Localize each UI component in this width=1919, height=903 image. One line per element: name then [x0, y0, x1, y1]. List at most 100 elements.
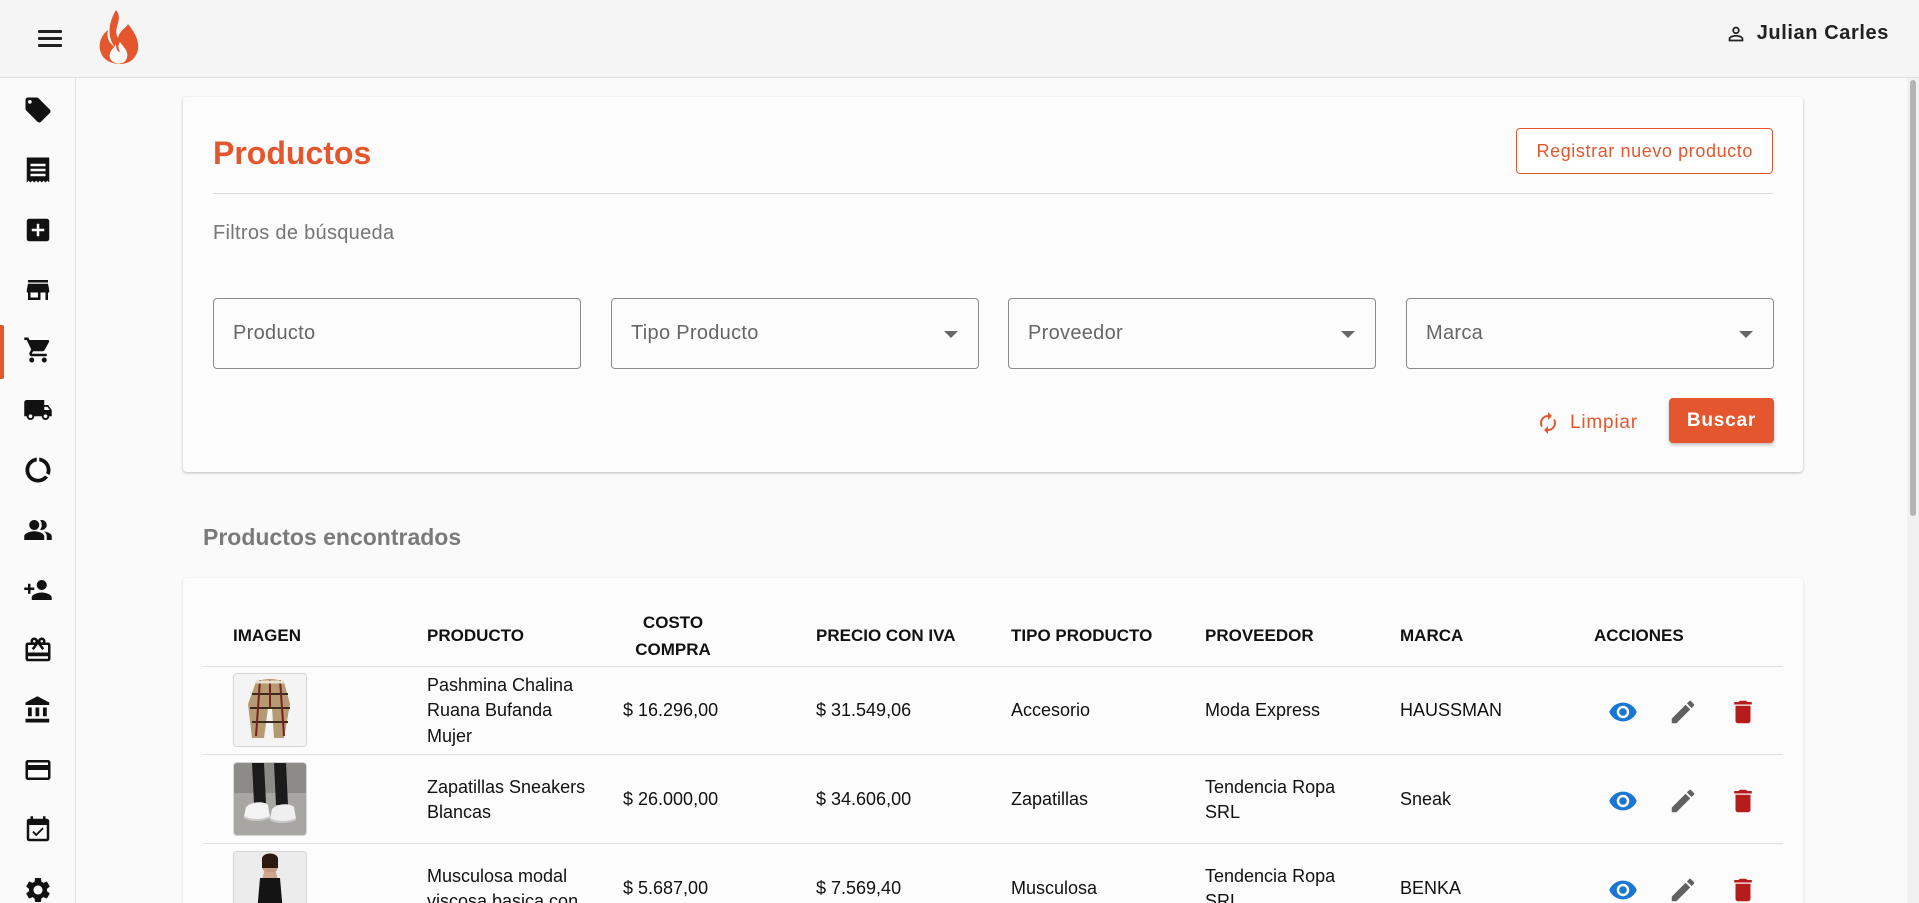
marca-label: Marca — [1426, 322, 1484, 344]
menu-icon[interactable] — [34, 26, 66, 52]
column-header-costo-compra: COSTO COMPRA — [635, 612, 711, 659]
sidebar-item-products[interactable] — [0, 321, 75, 379]
user-name: Julian Carles — [1756, 22, 1889, 44]
search-button[interactable]: Buscar — [1669, 398, 1774, 443]
receipt-icon — [26, 157, 49, 183]
scarf-photo — [234, 674, 306, 746]
scrollbar-thumb[interactable] — [1910, 80, 1916, 516]
producto-input[interactable]: Producto — [213, 298, 581, 369]
cell-costo: $ 16.296,00 — [623, 700, 719, 721]
sidebar-item-receipt[interactable] — [0, 141, 75, 199]
edit-icon[interactable] — [1668, 697, 1698, 727]
page-scrollbar[interactable] — [1907, 78, 1919, 903]
delete-icon[interactable] — [1728, 875, 1758, 903]
sidebar-item-gifts[interactable] — [0, 621, 75, 679]
cell-precio: $ 31.549,06 — [816, 700, 912, 721]
settings-icon — [25, 878, 50, 902]
flame-logo[interactable] — [94, 8, 146, 68]
producto-label: Producto — [233, 322, 316, 344]
column-header-precio-iva: PRECIO CON IVA — [816, 626, 956, 646]
sidebar-item-people[interactable] — [0, 501, 75, 559]
bank-icon — [25, 696, 49, 723]
divider — [213, 193, 1773, 194]
cell-marca: BENKA — [1400, 878, 1462, 899]
people-icon — [23, 520, 52, 540]
view-icon[interactable] — [1608, 786, 1638, 816]
top-app-bar: Julian Carles — [0, 0, 1919, 78]
cell-proveedor: Tendencia Ropa SRL — [1205, 776, 1336, 822]
sidebar-item-shipping[interactable] — [0, 381, 75, 439]
tank-top-photo — [234, 852, 306, 903]
table-row: Zapatillas Sneakers Blancas $ 26.000,00 … — [203, 756, 1783, 844]
results-table: IMAGEN PRODUCTO COSTO COMPRA PRECIO CON … — [183, 578, 1803, 903]
sidebar-item-payments[interactable] — [0, 741, 75, 799]
sidebar-item-calendar[interactable] — [0, 801, 75, 859]
truck-icon — [23, 400, 52, 420]
clear-button-label: Limpiar — [1570, 412, 1638, 433]
cell-costo: $ 5.687,00 — [623, 878, 709, 899]
sidebar-item-reports[interactable] — [0, 441, 75, 499]
view-icon[interactable] — [1608, 875, 1638, 903]
marca-select[interactable]: Marca — [1406, 298, 1774, 369]
tag-icon — [25, 97, 50, 123]
edit-icon[interactable] — [1668, 786, 1698, 816]
store-icon — [26, 280, 49, 300]
person-icon — [1728, 26, 1744, 41]
column-header-producto: PRODUCTO — [427, 626, 524, 646]
page-title: Productos — [213, 135, 372, 171]
cell-tipo: Musculosa — [1011, 878, 1098, 899]
tipo-producto-label: Tipo Producto — [631, 322, 759, 344]
results-title: Productos encontrados — [203, 524, 462, 550]
cart-icon — [23, 337, 49, 363]
filters-card: Productos Registrar nuevo producto Filtr… — [183, 97, 1803, 472]
table-row: Musculosa modal viscosa basica con $ 5.6… — [203, 845, 1783, 903]
product-image — [233, 673, 307, 747]
sidebar-item-store[interactable] — [0, 261, 75, 319]
dropdown-arrow-icon — [944, 331, 958, 338]
proveedor-label: Proveedor — [1028, 322, 1123, 344]
sidebar-item-add[interactable] — [0, 201, 75, 259]
edit-icon[interactable] — [1668, 875, 1698, 903]
add-box-icon — [26, 218, 49, 242]
event-available-icon — [26, 816, 49, 842]
card-giftcard-icon — [25, 637, 50, 662]
cell-producto: Zapatillas Sneakers Blancas — [427, 776, 586, 822]
dropdown-arrow-icon — [1739, 331, 1753, 338]
refresh-icon — [1540, 412, 1556, 434]
sneakers-photo — [234, 763, 306, 835]
table-row: Pashmina Chalina Ruana Bufanda Mujer $ 1… — [203, 667, 1783, 755]
column-header-imagen: IMAGEN — [233, 626, 301, 646]
cell-producto: Musculosa modal viscosa basica con — [427, 865, 579, 903]
sidebar — [0, 78, 76, 903]
cell-precio: $ 7.569,40 — [816, 878, 902, 899]
clear-button[interactable]: Limpiar — [1536, 403, 1638, 443]
person-add-icon — [23, 580, 52, 600]
cell-proveedor: Moda Express — [1205, 700, 1321, 721]
delete-icon[interactable] — [1728, 697, 1758, 727]
cell-tipo: Accesorio — [1011, 700, 1091, 721]
cell-marca: Sneak — [1400, 789, 1452, 810]
sidebar-item-settings[interactable] — [0, 861, 75, 903]
cell-marca: HAUSSMAN — [1400, 700, 1503, 721]
credit-card-icon — [25, 760, 50, 780]
product-image — [233, 762, 307, 836]
view-icon[interactable] — [1608, 697, 1638, 727]
cell-precio: $ 34.606,00 — [816, 789, 912, 810]
column-header-acciones: ACCIONES — [1594, 626, 1684, 646]
sidebar-item-add-person[interactable] — [0, 561, 75, 619]
sidebar-item-tag[interactable] — [0, 81, 75, 139]
donut-chart-icon — [25, 457, 50, 483]
cell-costo: $ 26.000,00 — [623, 789, 719, 810]
cell-tipo: Zapatillas — [1011, 789, 1089, 810]
column-header-tipo-producto: TIPO PRODUCTO — [1011, 626, 1153, 646]
cell-producto: Pashmina Chalina Ruana Bufanda Mujer — [427, 675, 574, 746]
delete-icon[interactable] — [1728, 786, 1758, 816]
user-menu[interactable]: Julian Carles — [1725, 22, 1889, 45]
sidebar-item-bank[interactable] — [0, 681, 75, 739]
dropdown-arrow-icon — [1341, 331, 1355, 338]
register-product-button[interactable]: Registrar nuevo producto — [1516, 128, 1773, 174]
cell-proveedor: Tendencia Ropa SRL — [1205, 865, 1336, 903]
proveedor-select[interactable]: Proveedor — [1008, 298, 1376, 369]
tipo-producto-select[interactable]: Tipo Producto — [611, 298, 979, 369]
column-header-proveedor: PROVEEDOR — [1205, 626, 1314, 646]
